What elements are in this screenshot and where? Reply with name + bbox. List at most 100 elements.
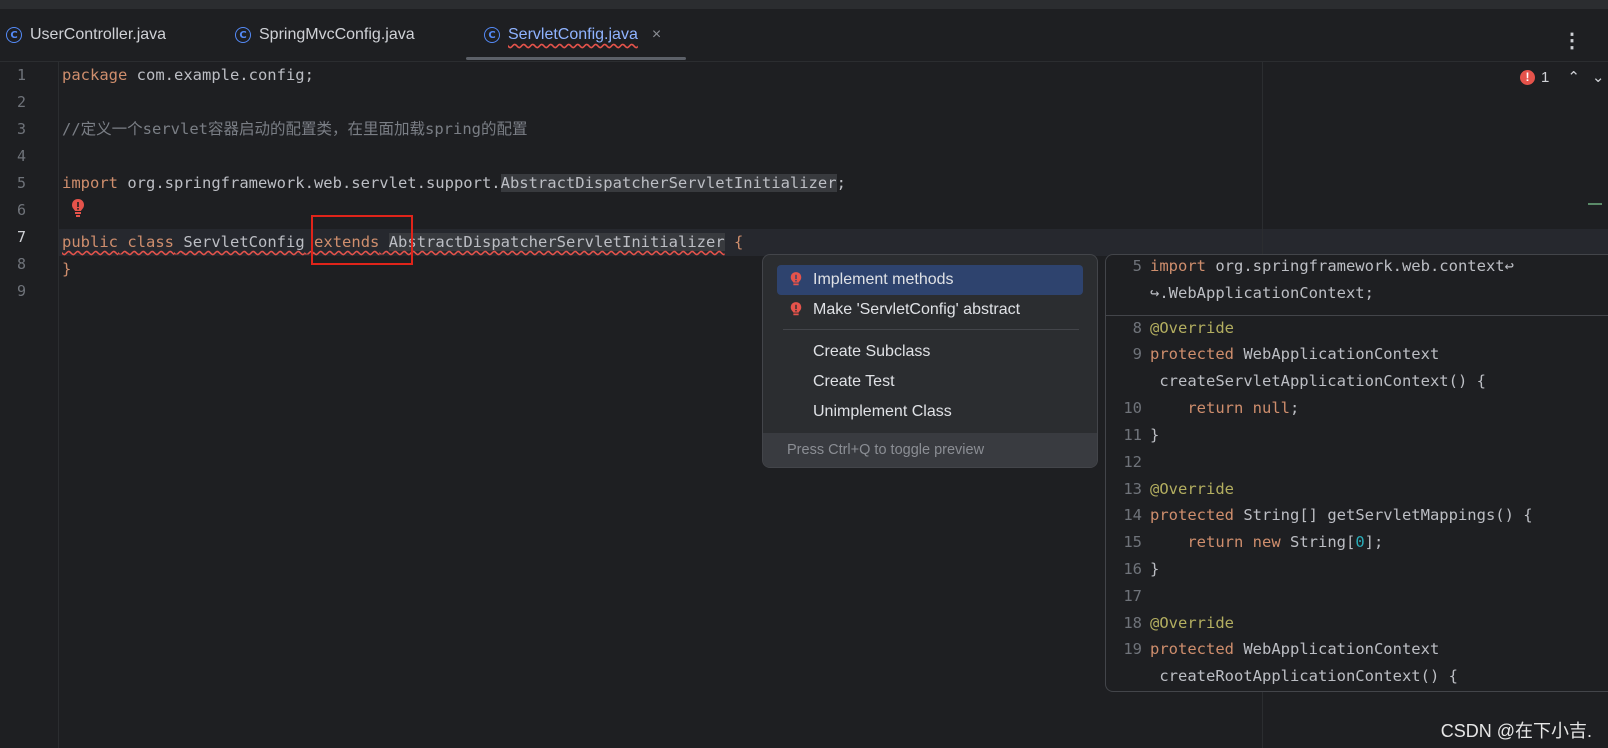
preview-line: 19 protected WebApplicationContext <box>1106 636 1608 663</box>
error-indicator[interactable]: ! 1 ⌃ ⌄ <box>1520 68 1605 86</box>
preview-line: 13 @Override <box>1106 476 1608 503</box>
code-text: ]; <box>1364 533 1384 551</box>
preview-line-number: 13 <box>1123 480 1142 498</box>
menu-item-make-abstract[interactable]: Make 'ServletConfig' abstract <box>777 295 1083 325</box>
scrollbar-marker <box>1588 203 1602 205</box>
keyword: protected <box>1150 506 1234 524</box>
keyword: return <box>1150 533 1244 551</box>
code-line-3[interactable]: //定义一个servlet容器启动的配置类，在里面加载spring的配置 <box>62 116 527 143</box>
keyword: import <box>62 174 118 192</box>
close-icon[interactable]: × <box>652 26 661 44</box>
preview-line-number: 5 <box>1132 257 1142 275</box>
error-count: 1 <box>1541 68 1550 86</box>
preview-line-number: 8 <box>1132 319 1142 337</box>
code-line-1[interactable]: package com.example.config; <box>62 62 314 89</box>
preview-line: 12 <box>1106 449 1608 476</box>
chevron-up-icon[interactable]: ⌃ <box>1567 68 1580 86</box>
preview-line: 8 @Override <box>1106 315 1608 342</box>
editor-tab-bar: C UserController.java C SpringMvcConfig.… <box>0 9 1608 62</box>
preview-line-number: 18 <box>1123 614 1142 632</box>
annotation: @Override <box>1150 614 1234 632</box>
preview-line-number: 16 <box>1123 560 1142 578</box>
window-top-strip <box>0 0 1608 9</box>
code-text: com.example.config; <box>127 66 314 84</box>
menu-item-unimplement-class[interactable]: Unimplement Class <box>777 397 1083 427</box>
code-text: createServletApplicationContext() { <box>1150 372 1486 390</box>
preview-line: createRootApplicationContext() { <box>1106 663 1608 690</box>
tab-springmvcconfig[interactable]: C SpringMvcConfig.java <box>235 23 415 47</box>
keyword: public <box>62 233 118 251</box>
line-number: 5 <box>16 174 26 192</box>
preview-line-number: 12 <box>1123 453 1142 471</box>
error-bulb-icon <box>790 302 802 316</box>
menu-item-implement-methods[interactable]: Implement methods <box>777 265 1083 295</box>
brace: } <box>62 260 72 278</box>
menu-item-label: Make 'ServletConfig' abstract <box>813 301 1021 318</box>
class-icon: C <box>6 27 22 43</box>
line-number: 9 <box>16 282 26 300</box>
keyword: null <box>1243 399 1290 417</box>
keyword: new <box>1243 533 1281 551</box>
watermark-text: CSDN @在下小吉. <box>1440 721 1592 741</box>
line-number: 4 <box>16 147 26 165</box>
preview-line: 18 @Override <box>1106 610 1608 637</box>
line-number-current: 7 <box>16 228 26 246</box>
preview-line-number: 10 <box>1123 399 1142 417</box>
menu-separator <box>783 329 1079 330</box>
preview-line-number: 17 <box>1123 587 1142 605</box>
error-bulb-icon <box>790 272 802 286</box>
keyword: class <box>127 233 175 251</box>
code-line-5[interactable]: import org.springframework.web.servlet.s… <box>62 170 846 197</box>
keyword: import <box>1150 257 1206 275</box>
line-number: 2 <box>16 93 26 111</box>
annotation-red-box <box>311 215 413 265</box>
keyword: return <box>1150 399 1244 417</box>
menu-item-create-test[interactable]: Create Test <box>777 367 1083 397</box>
menu-item-label: Implement methods <box>813 271 954 288</box>
preview-line: 10 return null; <box>1106 395 1608 422</box>
code-text: } <box>1150 426 1160 444</box>
more-options-icon[interactable]: ⋮ <box>1562 31 1582 51</box>
keyword: package <box>62 66 128 84</box>
code-text: org.springframework.web.context↩ <box>1206 257 1514 275</box>
code-line-8[interactable]: } <box>62 256 71 283</box>
code-text: String[ <box>1280 533 1356 551</box>
code-text: WebApplicationContext <box>1234 640 1440 658</box>
line-number: 1 <box>16 66 26 84</box>
line-number-gutter: 1 2 3 4 5 6 7 8 9 <box>0 62 59 748</box>
menu-item-label: Unimplement Class <box>813 403 952 420</box>
annotation: @Override <box>1150 480 1234 498</box>
code-text: ; <box>836 174 846 192</box>
brace: { <box>734 233 744 251</box>
annotation: @Override <box>1150 319 1234 337</box>
active-tab-underline <box>466 57 686 60</box>
parent-class: AbstractDispatcherServletInitializer <box>388 233 725 251</box>
menu-item-create-subclass[interactable]: Create Subclass <box>777 337 1083 367</box>
code-text: org.springframework.web.servlet.support. <box>118 174 501 192</box>
error-bulb-icon[interactable] <box>70 198 86 218</box>
chevron-down-icon[interactable]: ⌄ <box>1592 68 1605 86</box>
preview-line: 11} <box>1106 422 1608 449</box>
preview-line: 15 return new String[0]; <box>1106 529 1608 556</box>
preview-line: 17 <box>1106 583 1608 610</box>
keyword: protected <box>1150 640 1234 658</box>
preview-line: 16} <box>1106 556 1608 583</box>
tab-servletconfig[interactable]: C ServletConfig.java × <box>484 23 661 47</box>
menu-item-label: Create Subclass <box>813 343 931 360</box>
code-text: ↪.WebApplicationContext; <box>1150 284 1374 302</box>
comment: //定义一个servlet容器启动的配置类，在里面加载spring的配置 <box>62 120 528 138</box>
code-text: String[] getServletMappings() { <box>1234 506 1533 524</box>
error-icon: ! <box>1520 69 1535 85</box>
tab-label: SpringMvcConfig.java <box>259 26 415 43</box>
class-reference: AbstractDispatcherServletInitializer <box>500 174 837 192</box>
keyword: protected <box>1150 345 1234 363</box>
tab-usercontroller[interactable]: C UserController.java <box>6 23 166 47</box>
preview-line: 5 import org.springframework.web.context↩ <box>1106 255 1608 280</box>
preview-line-number: 19 <box>1123 640 1142 658</box>
code-text: WebApplicationContext <box>1234 345 1440 363</box>
line-number: 6 <box>16 201 26 219</box>
preview-line-number: 9 <box>1132 345 1142 363</box>
class-name: ServletConfig <box>183 233 305 251</box>
menu-item-label: Create Test <box>813 373 895 390</box>
tab-label: UserController.java <box>30 26 167 43</box>
